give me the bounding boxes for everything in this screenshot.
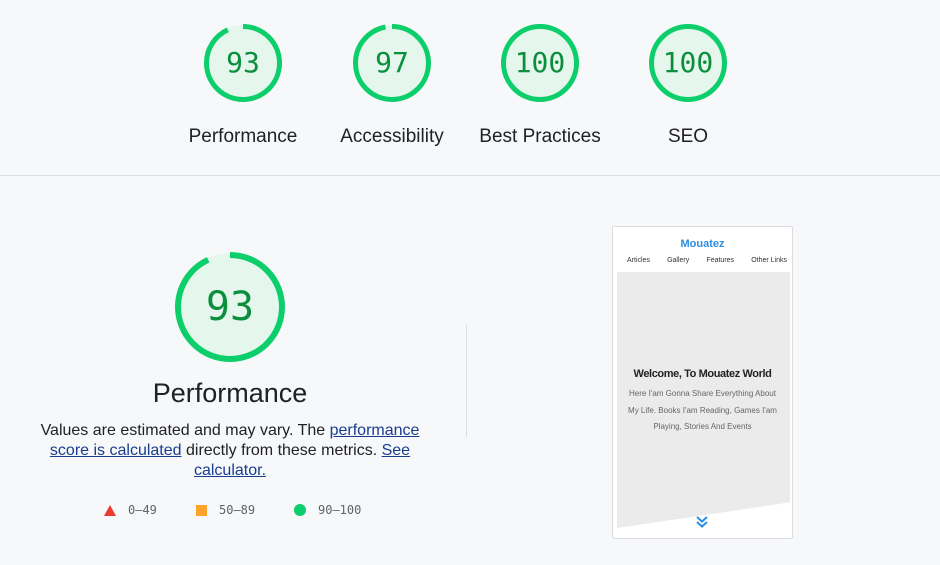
fail-triangle-icon <box>104 504 116 516</box>
site-nav-item: Gallery <box>667 257 690 264</box>
site-nav-item: Features <box>706 257 735 264</box>
best-practices-label: Best Practices <box>479 126 601 147</box>
site-hero-subtext: Here I'am Gonna Share Everything About M… <box>628 389 777 431</box>
description-text-2: directly from these metrics. <box>181 442 382 459</box>
site-nav: Articles Gallery Features Other Links <box>627 257 787 264</box>
legend-pass-range: 90–100 <box>318 503 362 517</box>
best-practices-gauge: 100 <box>499 22 581 104</box>
seo-gauge: 100 <box>647 22 729 104</box>
performance-big-score: 93 <box>205 284 255 330</box>
category-performance[interactable]: 93 Performance <box>173 22 313 148</box>
section-divider <box>466 325 467 437</box>
accessibility-score: 97 <box>375 46 409 79</box>
legend-fail: 0–49 <box>104 502 157 518</box>
legend-pass: 90–100 <box>294 502 361 518</box>
performance-title: Performance <box>152 378 308 408</box>
category-accessibility[interactable]: 97 Accessibility <box>322 22 462 148</box>
average-square-icon <box>196 504 207 516</box>
performance-big-gauge: 93 <box>173 250 287 364</box>
description-text-1: Values are estimated and may vary. The <box>40 422 330 439</box>
site-hero-heading: Welcome, To Mouatez World <box>633 368 772 380</box>
performance-section: 93 Performance Values are estimated and … <box>0 177 940 565</box>
accessibility-label: Accessibility <box>340 126 444 147</box>
seo-label: SEO <box>667 126 709 147</box>
legend-average-range: 50–89 <box>219 503 256 517</box>
category-seo[interactable]: 100 SEO <box>618 22 758 148</box>
category-scores-header: 93 Performance 97 Accessibility 100 Best… <box>0 0 940 176</box>
seo-score: 100 <box>662 46 714 79</box>
best-practices-score: 100 <box>514 46 566 79</box>
double-chevron-down-icon <box>696 516 708 528</box>
accessibility-gauge: 97 <box>351 22 433 104</box>
category-best-practices[interactable]: 100 Best Practices <box>470 22 610 148</box>
performance-score: 93 <box>226 46 260 79</box>
site-nav-item: Articles <box>627 257 650 264</box>
legend-fail-range: 0–49 <box>128 503 157 517</box>
site-nav-item: Other Links <box>751 257 787 264</box>
site-brand: Mouatez <box>680 238 725 250</box>
legend-average: 50–89 <box>196 502 255 518</box>
performance-label: Performance <box>188 126 298 147</box>
final-screenshot-thumbnail[interactable]: Mouatez Articles Gallery Features Other … <box>612 226 793 539</box>
performance-gauge: 93 <box>202 22 284 104</box>
pass-circle-icon <box>294 504 306 516</box>
performance-description: Values are estimated and may vary. The p… <box>30 421 430 481</box>
